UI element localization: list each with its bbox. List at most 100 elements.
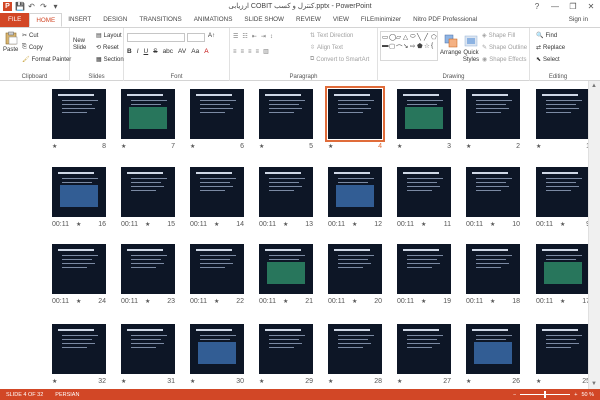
tab-review[interactable]: REVIEW <box>290 13 327 27</box>
animation-star-icon[interactable]: ★ <box>536 378 541 385</box>
numbering-icon[interactable]: ☷ <box>242 33 247 40</box>
align-center-icon[interactable]: ≡ <box>241 49 245 55</box>
tab-animations[interactable]: ANIMATIONS <box>188 13 239 27</box>
shape-brace-icon[interactable]: { <box>431 42 438 51</box>
zoom-slider-thumb[interactable] <box>544 391 547 398</box>
animation-star-icon[interactable]: ★ <box>352 221 357 228</box>
animation-star-icon[interactable]: ★ <box>145 298 150 305</box>
shape-rounded-rect-icon[interactable]: ▢ <box>389 42 396 51</box>
scroll-up-icon[interactable]: ▲ <box>591 83 597 89</box>
animation-star-icon[interactable]: ★ <box>490 298 495 305</box>
slide-thumbnail[interactable] <box>121 89 175 139</box>
slide-thumbnail[interactable] <box>190 324 244 374</box>
animation-star-icon[interactable]: ★ <box>536 143 541 150</box>
replace-button[interactable]: ⇄ Replace <box>536 44 565 52</box>
shape-pentagon2-icon[interactable]: ⬟ <box>417 42 424 51</box>
shape-outline-button[interactable]: ✎ Shape Outline <box>482 44 527 52</box>
shape-arrow-diag-icon[interactable]: ↘ <box>403 42 410 51</box>
slide-thumbnail[interactable] <box>259 89 313 139</box>
align-left-icon[interactable]: ≡ <box>233 49 237 55</box>
text-direction-button[interactable]: ⇅ Text Direction <box>310 32 353 40</box>
slide-thumbnail[interactable] <box>466 89 520 139</box>
slide-thumbnail[interactable] <box>190 89 244 139</box>
find-button[interactable]: 🔍 Find <box>536 32 557 40</box>
underline-button[interactable]: U <box>144 48 149 55</box>
zoom-slider[interactable] <box>520 391 571 398</box>
select-button[interactable]: ⬉ Select <box>536 56 560 64</box>
shape-line2-icon[interactable]: ╱ <box>424 33 431 42</box>
animation-star-icon[interactable]: ★ <box>560 221 565 228</box>
sign-in-link[interactable]: Sign in <box>569 13 588 27</box>
change-case-button[interactable]: Aa <box>191 48 199 55</box>
slide-thumbnail[interactable] <box>466 167 520 217</box>
copy-button[interactable]: ⎘ Copy <box>22 44 43 51</box>
animation-star-icon[interactable]: ★ <box>466 378 471 385</box>
font-color-button[interactable]: A <box>204 48 208 55</box>
animation-star-icon[interactable]: ★ <box>328 143 333 150</box>
slide-thumbnail[interactable] <box>52 167 106 217</box>
format-painter-button[interactable]: 🖌 Format Painter <box>22 56 71 64</box>
slide-thumbnail[interactable] <box>397 324 451 374</box>
animation-star-icon[interactable]: ★ <box>121 378 126 385</box>
slide-thumbnail[interactable] <box>259 324 313 374</box>
tab-design[interactable]: DESIGN <box>97 13 133 27</box>
section-button[interactable]: ▦ Section <box>96 56 124 64</box>
animation-star-icon[interactable]: ★ <box>397 143 402 150</box>
reset-button[interactable]: ⟲ Reset <box>96 44 119 52</box>
slide-thumbnail[interactable] <box>466 244 520 294</box>
animation-star-icon[interactable]: ★ <box>466 143 471 150</box>
line-spacing-icon[interactable]: ↕ <box>270 34 273 40</box>
animation-star-icon[interactable]: ★ <box>259 378 264 385</box>
zoom-in-button[interactable]: + <box>574 392 577 398</box>
slide-thumbnail[interactable] <box>121 244 175 294</box>
animation-star-icon[interactable]: ★ <box>352 298 357 305</box>
slide-thumbnail[interactable] <box>536 89 590 139</box>
columns-icon[interactable]: ▥ <box>263 48 269 55</box>
cut-button[interactable]: ✂ Cut <box>22 32 38 40</box>
tab-home[interactable]: HOME <box>29 13 63 27</box>
text-shadow-button[interactable]: abc <box>163 48 173 55</box>
tab-file[interactable]: FILE <box>0 13 30 27</box>
animation-star-icon[interactable]: ★ <box>121 143 126 150</box>
slide-thumbnail[interactable] <box>397 89 451 139</box>
slide-thumbnail[interactable] <box>328 244 382 294</box>
slide-thumbnail[interactable] <box>52 244 106 294</box>
animation-star-icon[interactable]: ★ <box>560 298 565 305</box>
increase-indent-icon[interactable]: ⇥ <box>261 33 266 40</box>
slide-thumbnail[interactable] <box>259 244 313 294</box>
slide-thumbnail[interactable] <box>121 167 175 217</box>
quick-styles-button[interactable]: Quick Styles <box>462 34 480 64</box>
slide-thumbnail[interactable] <box>397 167 451 217</box>
shape-arrow-right-icon[interactable]: ⇨ <box>410 42 417 51</box>
tab-view[interactable]: VIEW <box>327 13 355 27</box>
animation-star-icon[interactable]: ★ <box>397 378 402 385</box>
slide-thumbnail[interactable] <box>52 324 106 374</box>
slide-thumbnail[interactable] <box>328 324 382 374</box>
slide-thumbnail[interactable] <box>259 167 313 217</box>
tab-nitro-pdf[interactable]: Nitro PDF Professional <box>407 13 483 27</box>
language-indicator[interactable]: PERSIAN <box>49 392 85 398</box>
slide-thumbnail[interactable] <box>121 324 175 374</box>
shape-rectangle-icon[interactable]: ▭ <box>382 33 389 42</box>
shape-bar-icon[interactable]: ▬ <box>382 42 389 51</box>
animation-star-icon[interactable]: ★ <box>52 143 57 150</box>
slide-thumbnail[interactable] <box>52 89 106 139</box>
italic-button[interactable]: I <box>137 48 139 55</box>
slide-thumbnail[interactable] <box>536 167 590 217</box>
paste-button[interactable]: Paste <box>3 31 18 53</box>
slide-thumbnail[interactable] <box>190 244 244 294</box>
tab-insert[interactable]: INSERT <box>62 13 97 27</box>
animation-star-icon[interactable]: ★ <box>190 143 195 150</box>
animation-star-icon[interactable]: ★ <box>214 221 219 228</box>
tab-transitions[interactable]: TRANSITIONS <box>133 13 187 27</box>
shape-ellipse-icon[interactable]: ⬭ <box>410 33 417 42</box>
convert-smartart-button[interactable]: ⧉ Convert to SmartArt <box>310 56 369 63</box>
layout-button[interactable]: ▤ Layout <box>96 32 122 40</box>
animation-star-icon[interactable]: ★ <box>421 298 426 305</box>
tab-slide-show[interactable]: SLIDE SHOW <box>238 13 290 27</box>
close-button[interactable]: ✕ <box>582 0 600 13</box>
minimize-button[interactable]: — <box>546 0 564 13</box>
animation-star-icon[interactable]: ★ <box>490 221 495 228</box>
animation-star-icon[interactable]: ★ <box>283 298 288 305</box>
tab-fileminimizer[interactable]: FILEminimizer <box>355 13 407 27</box>
